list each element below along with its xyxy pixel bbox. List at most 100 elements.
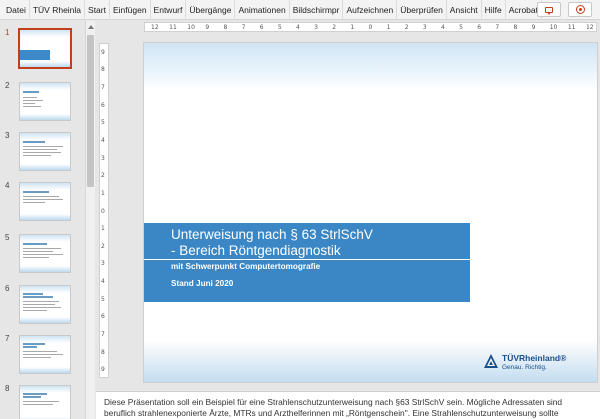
ruler-tick-label: 7 — [101, 84, 105, 92]
tab-bildschirmpraesentation[interactable]: Bildschirmpr — [290, 0, 344, 20]
ruler-tick-label: 5 — [459, 24, 463, 31]
notes-line-2: beruflich strahlenexponierte Ärzte, MTRs… — [104, 408, 559, 418]
thumbnail-number: 8 — [5, 384, 10, 393]
thumbnail-image[interactable] — [19, 385, 71, 419]
ruler-tick-label: 4 — [101, 136, 105, 144]
slide-title-line-1: Unterweisung nach § 63 StrlSchV — [171, 227, 373, 242]
ruler-tick-label: 11 — [169, 24, 177, 31]
ruler-tick-label: 1 — [350, 24, 355, 31]
tab-entwurf[interactable]: Entwurf — [151, 0, 187, 20]
ruler-tick-label: 12 — [151, 24, 159, 31]
ruler-tick-label: 8 — [101, 66, 105, 74]
ruler-tick-label: 2 — [101, 242, 105, 250]
record-button[interactable] — [568, 2, 592, 17]
ruler-tick-label: 5 — [101, 295, 105, 303]
horizontal-ruler: 12 11 10 9 8 7 6 5 4 3 2 1 0 1 2 3 4 5 6 7 8 9 10 11 12 — [144, 22, 597, 32]
comment-icon — [545, 6, 553, 15]
ruler-tick-label: 9 — [101, 48, 105, 56]
slide-canvas[interactable]: Unterweisung nach § 63 StrlSchV - Bereic… — [144, 43, 597, 382]
thumbnail-image[interactable] — [19, 182, 71, 221]
scroll-up-arrow-icon[interactable] — [88, 25, 94, 29]
thumbnail-image[interactable] — [19, 82, 71, 121]
ruler-tick-label: 0 — [101, 207, 105, 215]
ruler-tick-label: 2 — [332, 24, 337, 31]
ruler-tick-label: 1 — [101, 189, 105, 197]
notes-line-1: Diese Präsentation soll ein Beispiel für… — [104, 397, 563, 407]
ruler-tick-label: 11 — [567, 24, 576, 31]
speaker-notes-pane[interactable]: Diese Präsentation soll ein Beispiel für… — [96, 391, 600, 419]
tab-aufzeichnen[interactable]: Aufzeichnen — [343, 0, 398, 20]
thumbnail-slide-5[interactable]: 5 — [0, 233, 84, 277]
ruler-tick-label: 8 — [223, 24, 228, 31]
tab-einfuegen[interactable]: Einfügen — [110, 0, 151, 20]
tab-hilfe[interactable]: Hilfe — [482, 0, 506, 20]
ruler-tick-label: 7 — [101, 330, 105, 338]
thumbnail-slide-7[interactable]: 7 — [0, 334, 84, 378]
thumbnail-slide-3[interactable]: 3 — [0, 131, 84, 175]
ruler-tick-label: 6 — [101, 101, 105, 109]
thumbnail-scrollbar[interactable] — [85, 21, 95, 419]
thumbnail-slide-4[interactable]: 4 — [0, 181, 84, 225]
slide-title-line-2: - Bereich Röntgendiagnostik — [171, 243, 341, 258]
ruler-tick-label: 3 — [314, 24, 318, 31]
thumbnail-image[interactable] — [18, 28, 72, 69]
tab-animationen[interactable]: Animationen — [235, 0, 290, 20]
thumbnail-number: 6 — [5, 284, 10, 293]
ruler-tick-label: 10 — [549, 24, 558, 31]
tab-uebergaenge[interactable]: Übergänge — [186, 0, 236, 20]
tab-datei[interactable]: Datei — [0, 0, 30, 20]
ruler-tick-label: 2 — [404, 24, 409, 31]
thumbnail-number: 7 — [5, 334, 10, 343]
thumbnail-number: 3 — [5, 131, 10, 140]
ruler-tick-label: 8 — [513, 24, 518, 31]
ruler-tick-label: 12 — [585, 24, 594, 31]
ruler-tick-label: 4 — [101, 278, 105, 286]
ruler-tick-label: 5 — [101, 119, 105, 127]
thumbnail-number: 1 — [5, 28, 10, 37]
logo-brand: TÜVRheinland® — [502, 353, 567, 363]
ruler-tick-label: 6 — [259, 24, 264, 31]
thumbnail-slide-8[interactable]: 8 — [0, 384, 84, 419]
ribbon-tab-bar: Datei TÜV Rheinla Start Einfügen Entwurf… — [0, 0, 600, 20]
slide-date: Stand Juni 2020 — [171, 279, 234, 288]
tab-tuev-rheinland[interactable]: TÜV Rheinla — [30, 0, 86, 20]
comments-button[interactable] — [537, 2, 561, 17]
scrollbar-thumb[interactable] — [87, 35, 94, 187]
ruler-tick-label: 3 — [101, 260, 105, 268]
slide-header-gradient — [144, 43, 597, 91]
ruler-tick-label: 4 — [296, 24, 300, 31]
ruler-tick-label: 3 — [422, 24, 427, 31]
ruler-tick-label: 5 — [277, 24, 282, 31]
tab-ueberpruefen[interactable]: Überprüfen — [397, 0, 447, 20]
ruler-tick-label: 2 — [101, 172, 105, 180]
ruler-tick-label: 9 — [531, 24, 536, 31]
slide-subtitle: mit Schwerpunkt Computertomografie — [171, 262, 321, 271]
ruler-tick-label: 6 — [101, 313, 105, 321]
thumbnail-slide-6[interactable]: 6 — [0, 284, 84, 328]
ruler-tick-label: 7 — [241, 24, 246, 31]
thumbnail-image[interactable] — [19, 234, 71, 273]
thumbnail-slide-2[interactable]: 2 — [0, 81, 84, 125]
thumbnail-image[interactable] — [19, 285, 71, 324]
ruler-tick-label: 9 — [205, 24, 210, 31]
ruler-tick-label: 10 — [187, 24, 195, 31]
thumbnail-image[interactable] — [19, 132, 71, 171]
ruler-tick-label: 8 — [101, 348, 105, 356]
thumbnail-number: 4 — [5, 181, 10, 190]
title-box[interactable]: Unterweisung nach § 63 StrlSchV - Bereic… — [144, 223, 470, 302]
vertical-ruler: 9 8 7 6 5 4 3 2 1 0 1 2 3 4 5 6 7 8 9 — [99, 43, 109, 378]
tuev-rheinland-logo: TÜVRheinland® Genau. Richtig. — [483, 351, 593, 377]
tuev-triangle-icon — [484, 354, 498, 368]
thumbnail-slide-1[interactable]: 1 — [0, 28, 84, 72]
tab-ansicht[interactable]: Ansicht — [447, 0, 482, 20]
thumbnail-number: 5 — [5, 233, 10, 242]
ruler-tick-label: 7 — [495, 24, 500, 31]
ruler-tick-label: 1 — [386, 24, 391, 31]
ruler-tick-label: 3 — [101, 154, 105, 162]
tab-start[interactable]: Start — [85, 0, 110, 20]
logo-tagline: Genau. Richtig. — [502, 364, 547, 371]
speaker-notes-text[interactable]: Diese Präsentation soll ein Beispiel für… — [104, 397, 596, 419]
ruler-tick-label: 0 — [368, 24, 373, 31]
thumbnail-image[interactable] — [19, 335, 71, 374]
slide-thumbnail-pane: 1 2 3 4 5 6 7 8 — [0, 21, 84, 419]
